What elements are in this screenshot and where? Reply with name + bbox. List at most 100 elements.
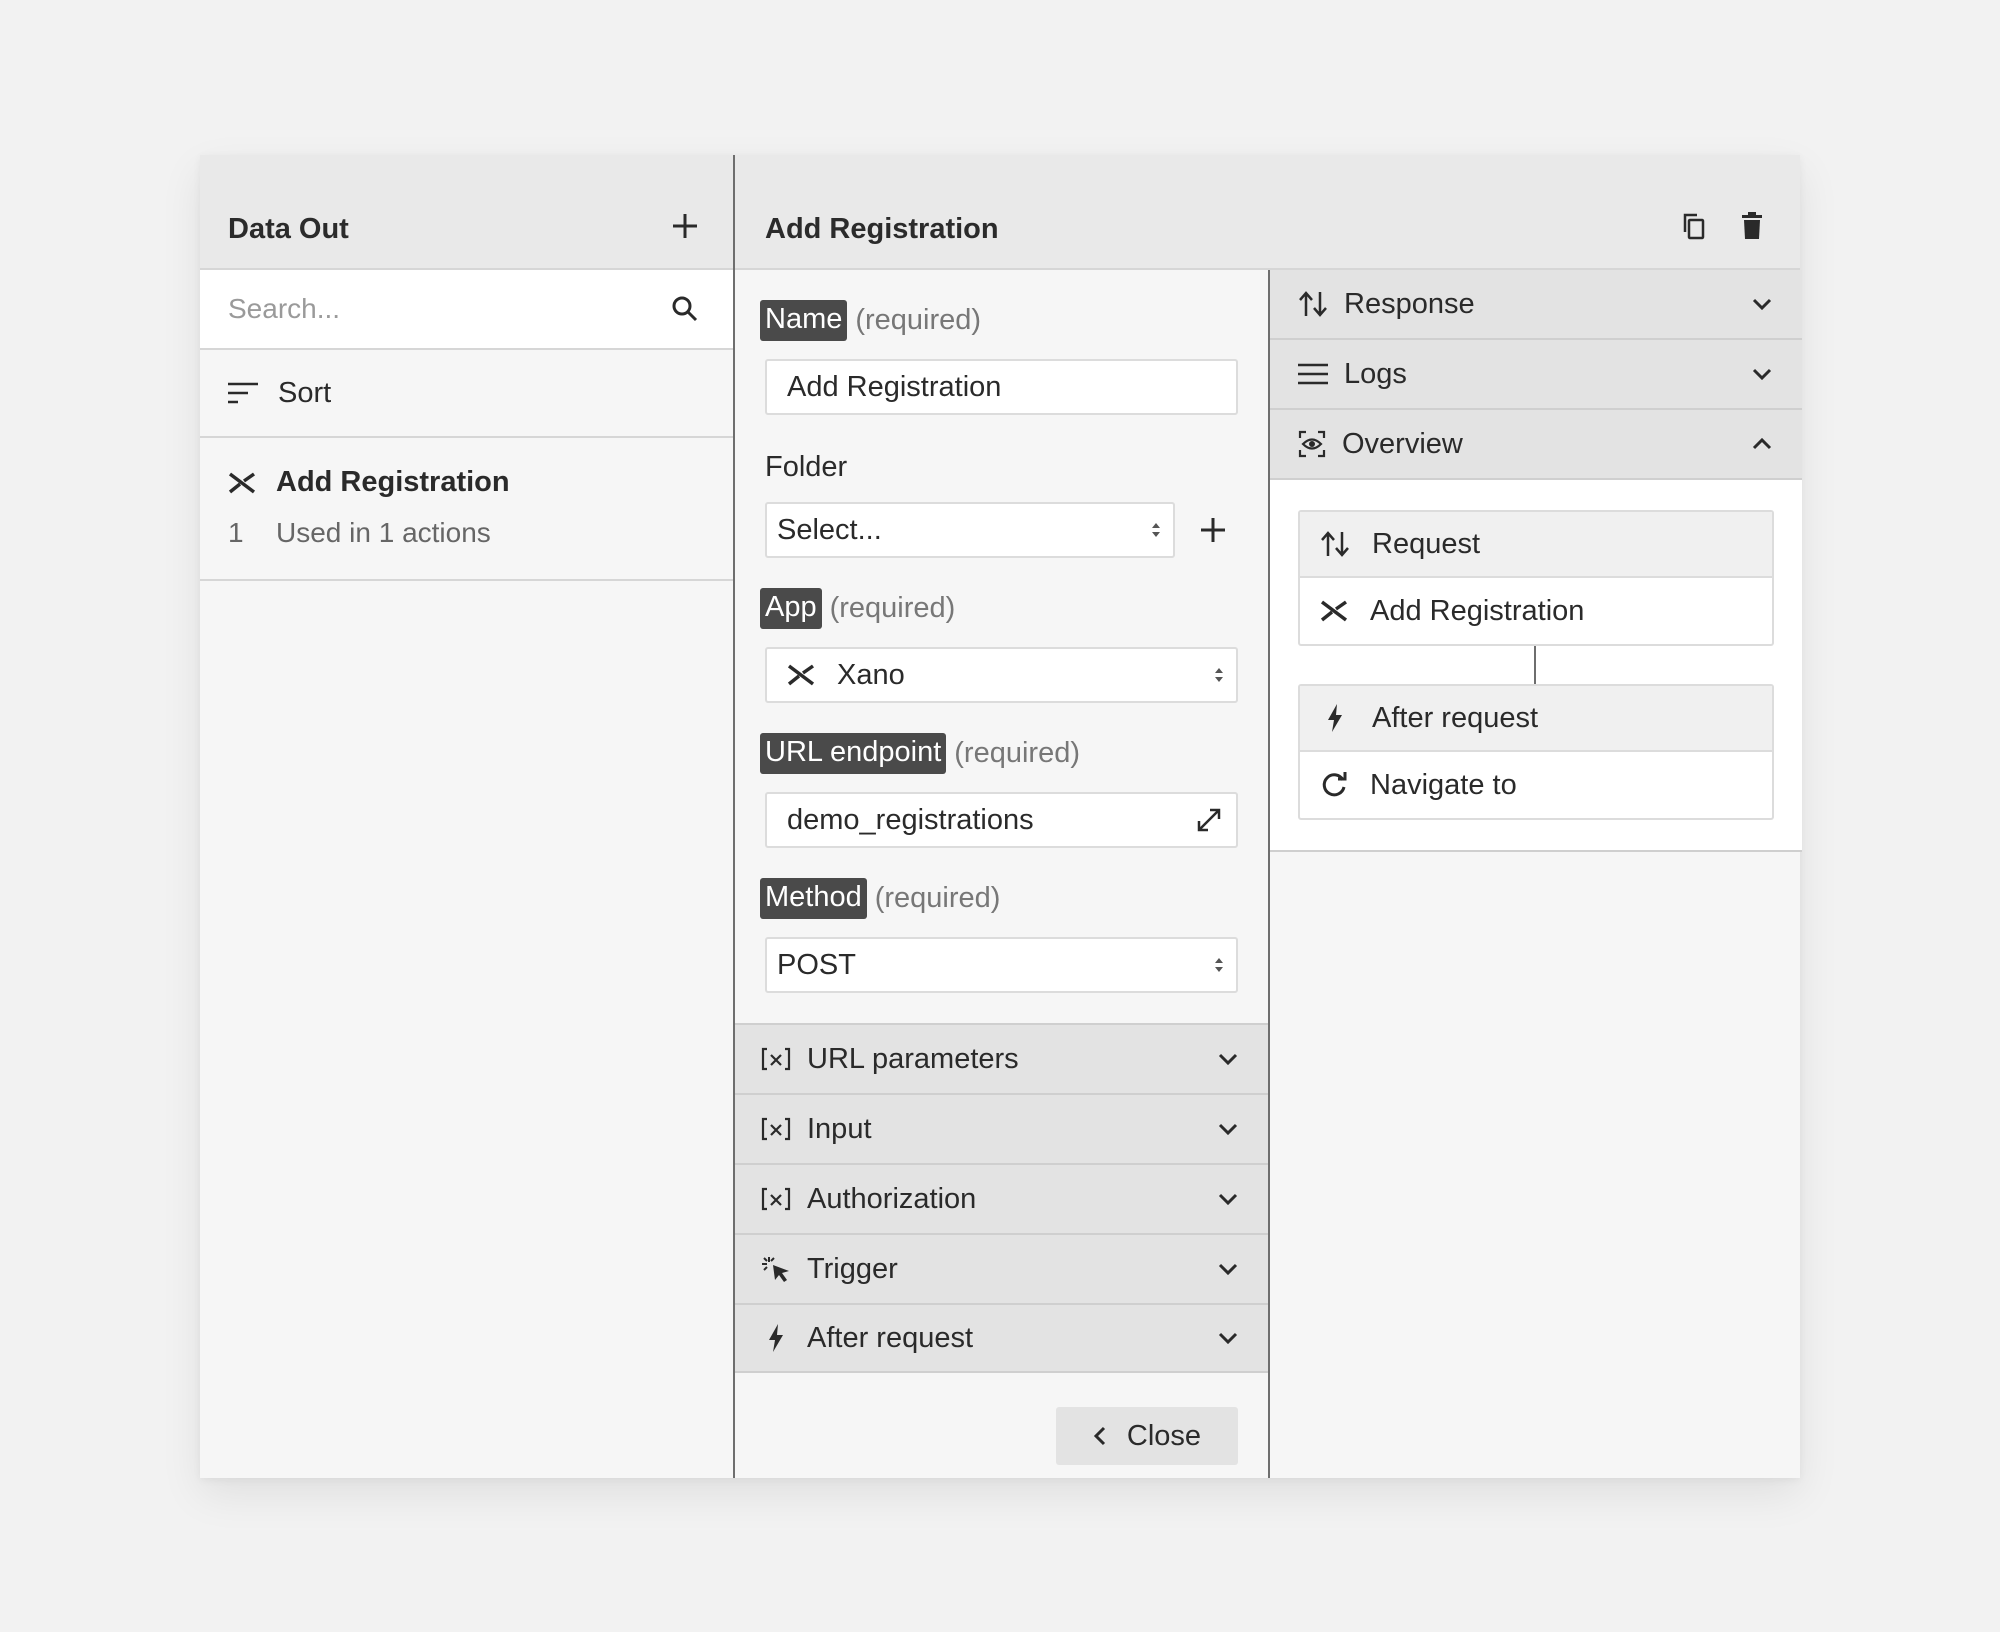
- section-label: Input: [807, 1112, 872, 1145]
- overview-label: Overview: [1342, 427, 1463, 460]
- duplicate-button[interactable]: [1674, 206, 1714, 246]
- app-label: App: [760, 588, 822, 629]
- add-button[interactable]: [665, 206, 705, 246]
- swap-arrows-icon: [1299, 291, 1327, 317]
- data-out-panel: Data Out Sort: [200, 155, 735, 1478]
- variable-icon: [761, 1117, 791, 1141]
- input-section[interactable]: Input: [735, 1093, 1268, 1163]
- required-note: (required): [855, 304, 982, 336]
- search-input[interactable]: [228, 293, 648, 325]
- select-arrows-icon: [1215, 958, 1223, 972]
- chevron-down-icon: [1218, 1193, 1238, 1205]
- chevron-down-icon: [1752, 298, 1772, 310]
- list-item[interactable]: Add Registration 1 Used in 1 actions: [200, 438, 733, 581]
- delete-button[interactable]: [1732, 206, 1772, 246]
- flow-action-label: Add Registration: [1370, 594, 1585, 627]
- xano-logo-icon: [1320, 600, 1348, 622]
- flow-after-header: After request: [1300, 686, 1772, 752]
- inspector-panel: Response Logs Overview Request Add Regis…: [1270, 155, 1802, 1478]
- folder-value: Select...: [777, 513, 882, 546]
- flow-after-label: After request: [1372, 701, 1539, 734]
- xano-logo-icon: [228, 472, 256, 493]
- swap-arrows-icon: [1321, 531, 1349, 557]
- plus-icon: [673, 214, 697, 238]
- chevron-up-icon: [1752, 438, 1772, 450]
- flow-after-action[interactable]: Navigate to: [1300, 752, 1772, 818]
- expand-icon: [1197, 808, 1221, 832]
- flow-request-action[interactable]: Add Registration: [1300, 578, 1772, 644]
- app-window: Data Out Sort: [200, 155, 1802, 1478]
- search-bar: [200, 270, 733, 350]
- sort-icon: [228, 382, 258, 404]
- chevron-down-icon: [1218, 1123, 1238, 1135]
- after-request-section[interactable]: After request: [735, 1303, 1268, 1373]
- data-out-header: Data Out: [200, 155, 733, 270]
- sort-button[interactable]: Sort: [200, 350, 733, 438]
- section-accordion: URL parameters Input Authorization Trigg…: [735, 1023, 1268, 1373]
- url-endpoint-field[interactable]: demo_registrations: [765, 792, 1238, 848]
- search-button[interactable]: [665, 289, 705, 329]
- panel-title: Data Out: [228, 213, 349, 245]
- response-section[interactable]: Response: [1270, 270, 1802, 340]
- name-label: Name: [760, 300, 848, 341]
- overview-content: Request Add Registration After request N…: [1270, 480, 1802, 852]
- refresh-icon: [1322, 772, 1347, 797]
- lightning-icon: [1328, 704, 1342, 732]
- required-note: (required): [954, 737, 1080, 769]
- flow-navigate-label: Navigate to: [1370, 768, 1517, 801]
- name-field[interactable]: Add Registration: [765, 359, 1238, 415]
- request-flow-box: Request Add Registration: [1298, 510, 1774, 646]
- chevron-down-icon: [1218, 1263, 1238, 1275]
- section-label: URL parameters: [807, 1042, 1019, 1075]
- flow-connector: [1534, 646, 1536, 684]
- url-value: demo_registrations: [787, 803, 1034, 836]
- close-button[interactable]: Close: [1056, 1407, 1238, 1465]
- lightning-icon: [769, 1324, 783, 1352]
- plus-icon: [1201, 518, 1225, 542]
- variable-icon: [761, 1047, 791, 1071]
- item-usage: Used in 1 actions: [276, 517, 491, 548]
- overview-section[interactable]: Overview: [1270, 410, 1802, 480]
- flow-request-header: Request: [1300, 512, 1772, 578]
- logs-section[interactable]: Logs: [1270, 340, 1802, 410]
- item-name: Add Registration: [276, 466, 510, 498]
- trash-icon: [1742, 212, 1762, 239]
- chevron-down-icon: [1752, 368, 1772, 380]
- response-label: Response: [1344, 287, 1475, 320]
- close-label: Close: [1126, 1419, 1202, 1452]
- item-count: 1: [228, 517, 244, 548]
- url-endpoint-label: URL endpoint: [760, 733, 947, 774]
- trigger-section[interactable]: Trigger: [735, 1233, 1268, 1303]
- select-arrows-icon: [1215, 668, 1223, 682]
- section-label: Authorization: [807, 1182, 977, 1215]
- copy-icon: [1683, 213, 1705, 240]
- folder-label: Folder: [765, 451, 848, 483]
- after-request-flow-box: After request Navigate to: [1298, 684, 1774, 820]
- cursor-click-icon: [762, 1257, 789, 1282]
- logs-label: Logs: [1344, 357, 1407, 390]
- add-folder-button[interactable]: [1193, 510, 1233, 550]
- method-value: POST: [777, 948, 856, 981]
- expand-button[interactable]: [1196, 807, 1222, 833]
- app-value: Xano: [837, 658, 905, 691]
- flow-request-label: Request: [1372, 527, 1481, 560]
- method-label: Method: [760, 878, 867, 919]
- action-editor: Name (required) Add Registration Folder …: [735, 155, 1270, 1478]
- detail-title: Add Registration: [765, 213, 999, 245]
- folder-select[interactable]: Select...: [765, 502, 1175, 558]
- required-note: (required): [874, 882, 1001, 914]
- chevron-down-icon: [1218, 1332, 1238, 1344]
- xano-logo-icon: [787, 664, 815, 686]
- url-parameters-section[interactable]: URL parameters: [735, 1023, 1268, 1093]
- search-icon: [672, 296, 698, 322]
- variable-icon: [761, 1187, 791, 1211]
- chevron-down-icon: [1218, 1053, 1238, 1065]
- select-arrows-icon: [1152, 523, 1160, 537]
- app-select[interactable]: Xano: [765, 647, 1238, 703]
- required-note: (required): [829, 592, 956, 624]
- detail-header: Add Registration: [735, 155, 1800, 270]
- name-value: Add Registration: [787, 370, 1002, 403]
- method-select[interactable]: POST: [765, 937, 1238, 993]
- authorization-section[interactable]: Authorization: [735, 1163, 1268, 1233]
- chevron-left-icon: [1093, 1426, 1105, 1446]
